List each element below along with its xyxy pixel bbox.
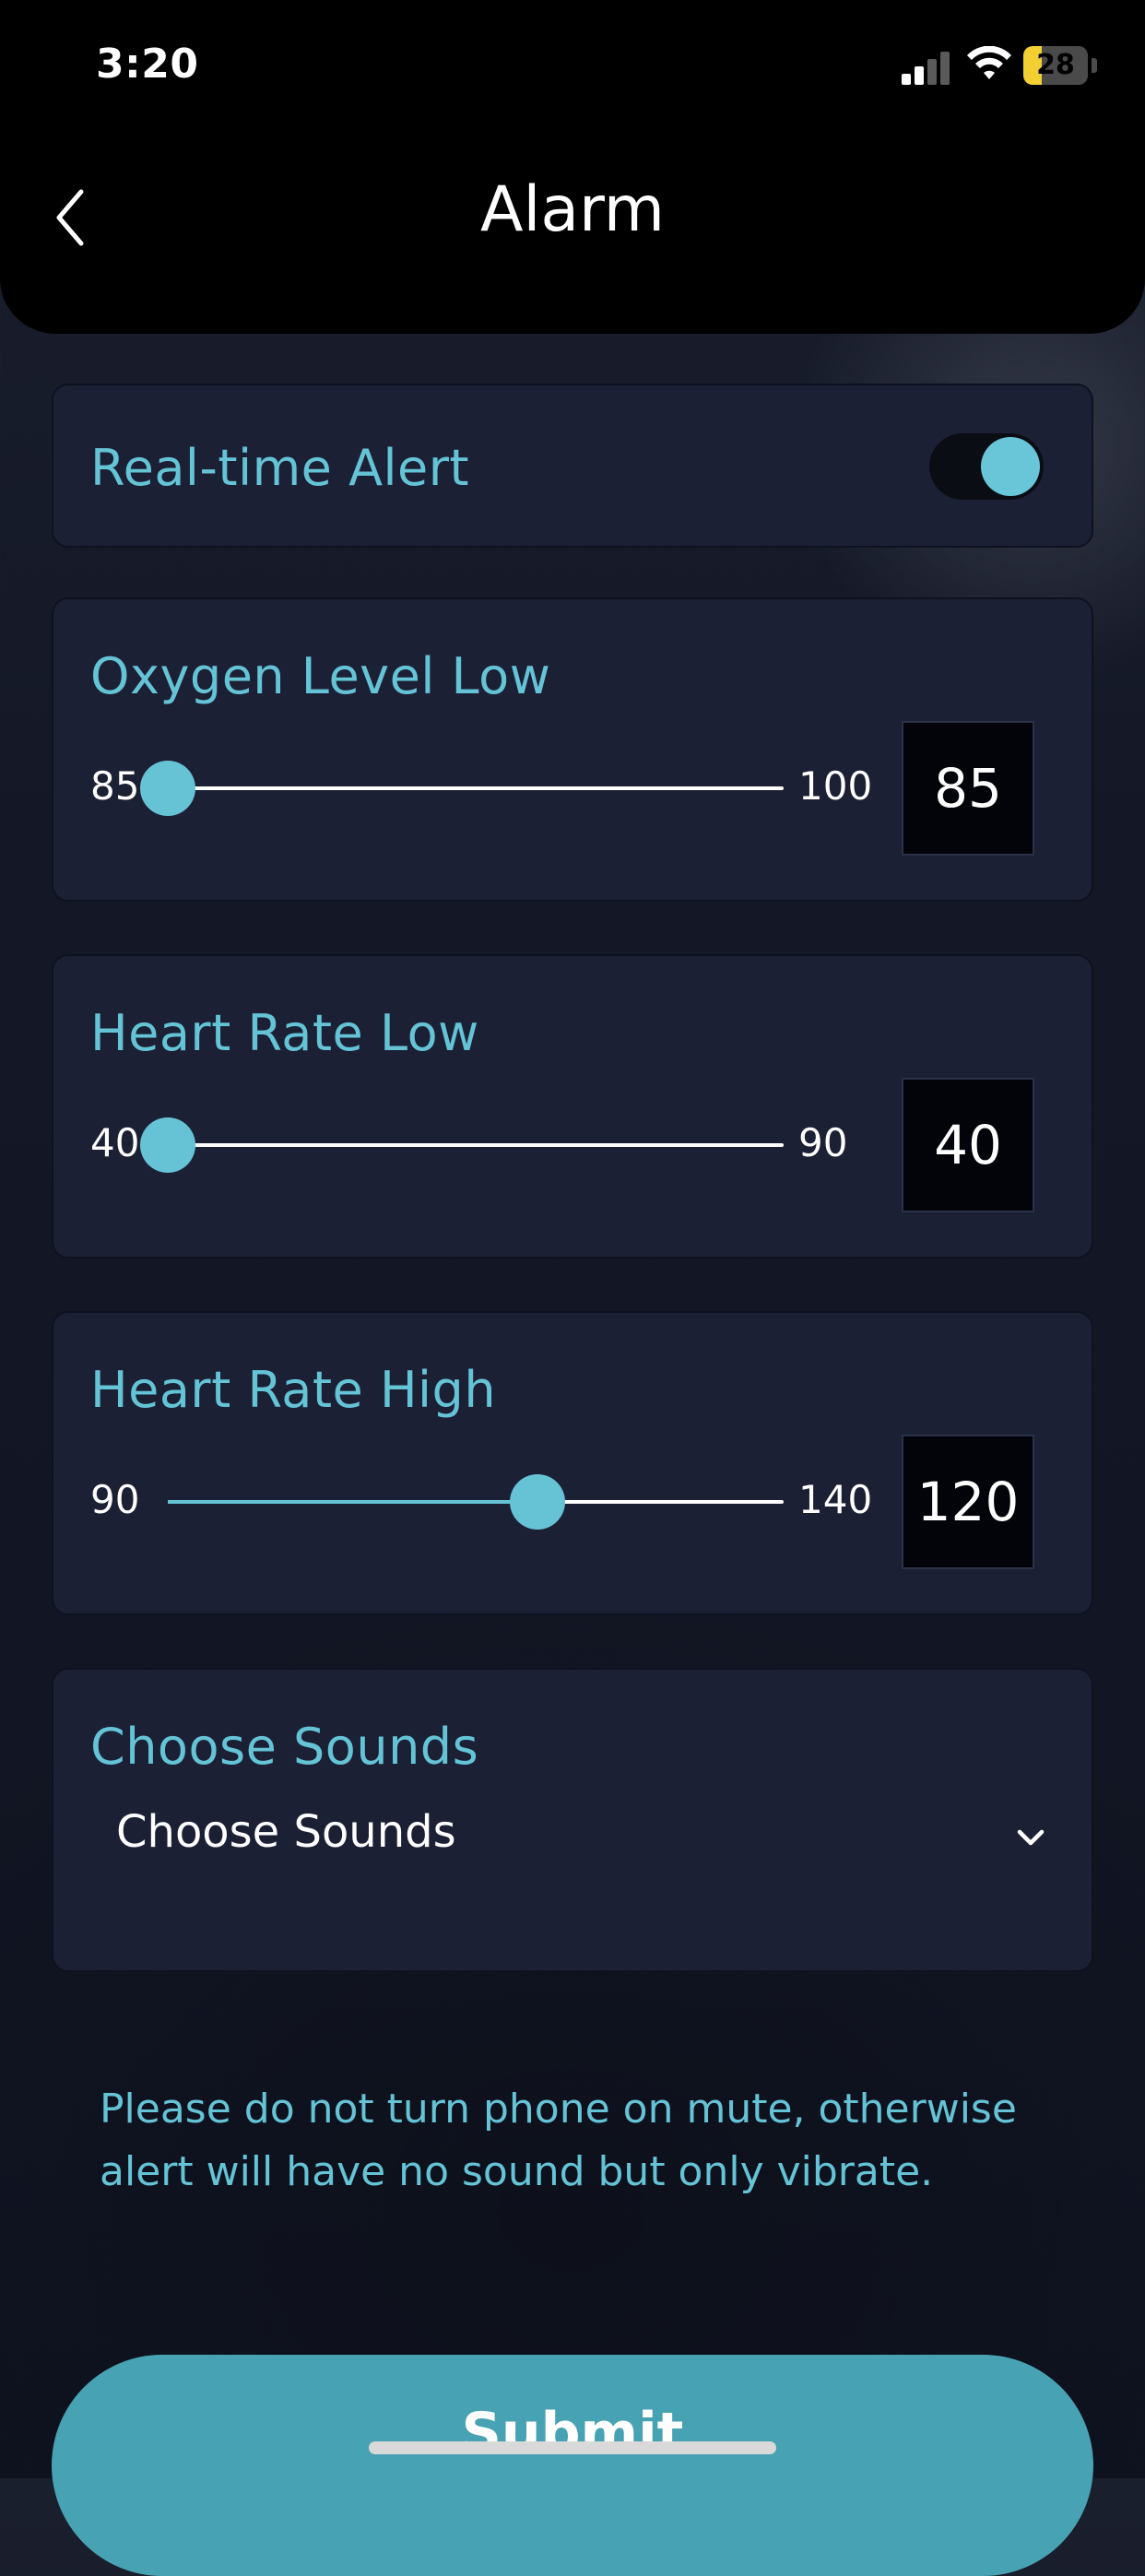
heart-rate-high-range-max: 140	[798, 1477, 873, 1522]
submit-label: Submit	[461, 2401, 684, 2465]
oxygen-slider-thumb[interactable]	[140, 761, 195, 816]
page-title: Alarm	[479, 173, 666, 246]
oxygen-value-input[interactable]: 85	[902, 721, 1034, 856]
heart-rate-high-slider-thumb[interactable]	[509, 1474, 565, 1530]
heart-rate-high-label: Heart Rate High	[90, 1361, 497, 1419]
realtime-alert-label: Real-time Alert	[90, 439, 470, 497]
status-time: 3:20	[96, 41, 199, 88]
heart-rate-low-range-min: 40	[90, 1120, 140, 1165]
choose-sounds-label: Choose Sounds	[90, 1718, 479, 1776]
realtime-alert-toggle[interactable]	[929, 433, 1044, 500]
sounds-select[interactable]: Choose Sounds	[90, 1780, 1058, 1900]
oxygen-level-low-label: Oxygen Level Low	[90, 647, 551, 705]
realtime-alert-card: Real-time Alert	[52, 384, 1093, 548]
heart-rate-low-range-max: 90	[798, 1120, 848, 1165]
heart-rate-low-card: Heart Rate Low 40 90 40	[52, 954, 1093, 1258]
heart-rate-high-card: Heart Rate High 90 140 120	[52, 1311, 1093, 1615]
heart-rate-high-range-min: 90	[90, 1477, 140, 1522]
battery-icon: 28	[1023, 46, 1088, 85]
toggle-knob	[981, 437, 1040, 496]
sounds-select-value: Choose Sounds	[116, 1806, 456, 1858]
heart-rate-low-value-input[interactable]: 40	[902, 1078, 1034, 1212]
heart-rate-low-slider[interactable]	[140, 1117, 784, 1173]
header-bar: 3:20 28 Alarm	[0, 0, 1145, 334]
home-indicator	[369, 2441, 776, 2454]
oxygen-slider[interactable]	[140, 761, 784, 816]
heart-rate-low-slider-thumb[interactable]	[140, 1117, 195, 1173]
oxygen-range-min: 85	[90, 763, 140, 809]
battery-level: 28	[1036, 49, 1075, 81]
submit-button[interactable]: Submit	[52, 2355, 1093, 2576]
heart-rate-high-slider-fill	[168, 1500, 537, 1504]
heart-rate-high-value-input[interactable]: 120	[902, 1435, 1034, 1569]
battery-nub	[1092, 58, 1097, 73]
cellular-signal-icon	[902, 52, 957, 85]
choose-sounds-card: Choose Sounds Choose Sounds	[52, 1668, 1093, 1972]
oxygen-range-max: 100	[798, 763, 873, 809]
mute-warning-text: Please do not turn phone on mute, otherw…	[100, 2086, 1017, 2195]
chevron-down-icon	[1017, 1829, 1045, 1846]
heart-rate-low-label: Heart Rate Low	[90, 1004, 479, 1062]
wifi-icon	[967, 46, 1011, 79]
oxygen-level-low-card: Oxygen Level Low 85 100 85	[52, 597, 1093, 902]
heart-rate-high-slider[interactable]	[168, 1474, 784, 1530]
